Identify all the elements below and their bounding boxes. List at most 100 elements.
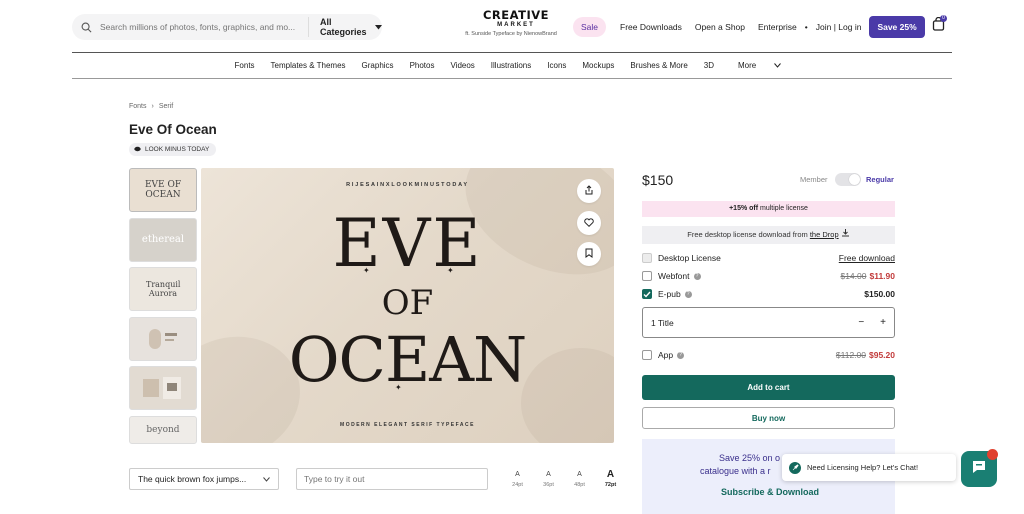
chevron-down-icon — [263, 474, 270, 484]
thumbnail-2-text: ethereal — [141, 234, 185, 245]
category-dropdown[interactable]: All Categories — [308, 17, 382, 37]
size-glyph: A — [606, 469, 615, 480]
breadcrumb-fonts[interactable]: Fonts — [129, 103, 147, 110]
drop-link[interactable]: the Drop — [810, 230, 839, 239]
drop-banner: Free desktop license download from the D… — [642, 226, 895, 244]
size-72pt[interactable]: A 72pt — [595, 469, 626, 489]
multiple-license-promo: +15% off multiple license — [642, 201, 895, 217]
sparkle-icon: ✦ — [447, 266, 454, 275]
webfont-name: Webfont — [658, 271, 690, 281]
search-input[interactable] — [100, 22, 300, 32]
info-icon[interactable]: ? — [684, 290, 692, 298]
thumbnail-6[interactable]: beyond — [129, 415, 197, 444]
size-label: 48pt — [574, 482, 585, 488]
epub-price: $150.00 — [864, 289, 895, 299]
subscribe-download-link[interactable]: Subscribe & Download — [721, 487, 819, 497]
nav-videos[interactable]: Videos — [450, 61, 474, 70]
thumbnail-3[interactable]: Tranquil Aurora — [129, 267, 197, 311]
bookmark-button[interactable] — [577, 242, 601, 266]
nav-templates-themes[interactable]: Templates & Themes — [271, 61, 346, 70]
nav-more[interactable]: More — [730, 61, 789, 70]
add-to-cart-button[interactable]: Add to cart — [642, 375, 895, 400]
thumbnail-5[interactable] — [129, 366, 197, 410]
shop-link[interactable]: LOOK MINUS TODAY — [129, 143, 217, 156]
thumbnail-5-art — [143, 377, 181, 399]
size-glyph: A — [515, 471, 520, 478]
subscription-line-2: catalogue with a r — [700, 466, 771, 476]
size-label: 24pt — [512, 482, 523, 488]
product-preview-image[interactable]: RIJESAINXLOOKMINUSTODAY EVE ✦ ✦ OF OCEAN… — [201, 168, 614, 443]
size-24pt[interactable]: A 24pt — [502, 470, 533, 488]
member-regular-toggle[interactable] — [835, 173, 861, 186]
nav-3d[interactable]: 3D — [704, 61, 714, 70]
preview-line-of: OF — [381, 283, 434, 323]
chat-popup-text: Need Licensing Help? Let's Chat! — [807, 463, 919, 472]
minus-icon[interactable]: − — [858, 317, 864, 328]
webfont-price: $14.00 $11.90 — [840, 271, 895, 281]
buy-now-button[interactable]: Buy now — [642, 407, 895, 429]
toggle-knob — [849, 174, 860, 185]
plus-icon[interactable]: + — [880, 317, 886, 328]
site-logo[interactable]: CREATIVE MARKET ft. Sunside Typeface by … — [461, 9, 571, 37]
nav-icons[interactable]: Icons — [547, 61, 566, 70]
free-downloads-link[interactable]: Free Downloads — [620, 22, 682, 32]
enterprise-link[interactable]: Enterprise — [758, 22, 797, 32]
free-download-link[interactable]: Free download — [839, 253, 895, 263]
epub-checkbox[interactable] — [642, 289, 652, 299]
size-glyph: A — [546, 471, 551, 478]
nav-graphics[interactable]: Graphics — [362, 61, 394, 70]
cart-count-badge: 0 — [940, 15, 947, 22]
size-glyph: A — [577, 471, 582, 478]
check-icon — [643, 291, 651, 298]
app-old-price: $112.00 — [835, 350, 866, 360]
nav-more-label: More — [738, 61, 757, 70]
sale-link[interactable]: Sale — [573, 17, 607, 37]
preview-line-eve: EVE — [332, 205, 483, 282]
nav-mockups[interactable]: Mockups — [582, 61, 614, 70]
webfont-checkbox[interactable] — [642, 271, 652, 281]
nav-illustrations[interactable]: Illustrations — [491, 61, 531, 70]
webfont-new-price: $11.90 — [869, 271, 895, 281]
size-36pt[interactable]: A 36pt — [533, 470, 564, 488]
favorite-button[interactable] — [577, 211, 601, 235]
join-login-link[interactable]: Join | Log in — [816, 22, 862, 32]
thumbnail-1[interactable]: EVE OF OCEAN — [129, 168, 197, 212]
try-it-input[interactable] — [296, 468, 488, 490]
search-icon — [72, 22, 100, 33]
sample-text-value: The quick brown fox jumps... — [138, 474, 247, 484]
logo-featured-text: ft. Sunside Typeface by NienowBrand — [465, 31, 557, 37]
sample-text-select[interactable]: The quick brown fox jumps... — [129, 468, 279, 490]
nav-photos[interactable]: Photos — [410, 61, 435, 70]
share-icon — [584, 182, 594, 200]
save-25-button[interactable]: Save 25% — [869, 16, 925, 38]
breadcrumb-serif[interactable]: Serif — [159, 103, 173, 110]
licensing-chat-popup[interactable]: Need Licensing Help? Let's Chat! — [782, 454, 956, 481]
app-checkbox[interactable] — [642, 350, 652, 360]
thumbnail-list: EVE OF OCEAN ethereal Tranquil Aurora be… — [129, 168, 197, 449]
nav-brushes-more[interactable]: Brushes & More — [630, 61, 687, 70]
open-shop-link[interactable]: Open a Shop — [695, 22, 745, 32]
desktop-license-checkbox[interactable] — [642, 253, 652, 263]
drop-text: Free desktop license download from — [687, 230, 810, 239]
info-icon[interactable]: ? — [693, 272, 701, 280]
share-button[interactable] — [577, 179, 601, 203]
product-title: Eve Of Ocean — [129, 122, 217, 137]
info-icon[interactable]: ? — [677, 351, 685, 359]
regular-label: Regular — [866, 175, 894, 184]
font-size-options: A 24pt A 36pt A 48pt A 72pt — [502, 469, 626, 489]
nav-fonts[interactable]: Fonts — [235, 61, 255, 70]
category-nav: Fonts Templates & Themes Graphics Photos… — [72, 53, 952, 78]
epub-name: E-pub — [658, 289, 681, 299]
sparkle-icon: ✦ — [363, 266, 370, 275]
promo-discount: +15% off — [729, 205, 759, 212]
preview-top-text: RIJESAINXLOOKMINUSTODAY — [346, 182, 469, 188]
search-bar[interactable]: All Categories — [72, 14, 382, 40]
preview-line-ocean: OCEAN — [288, 323, 528, 396]
quantity-controls: − + — [858, 317, 886, 328]
size-48pt[interactable]: A 48pt — [564, 470, 595, 488]
subscription-line-1: Save 25% on o — [719, 453, 781, 463]
sparkle-icon: ✦ — [395, 383, 402, 392]
thumbnail-4[interactable] — [129, 316, 197, 361]
thumbnail-2[interactable]: ethereal — [129, 217, 197, 262]
thumbnail-1-text: EVE OF OCEAN — [144, 180, 182, 200]
